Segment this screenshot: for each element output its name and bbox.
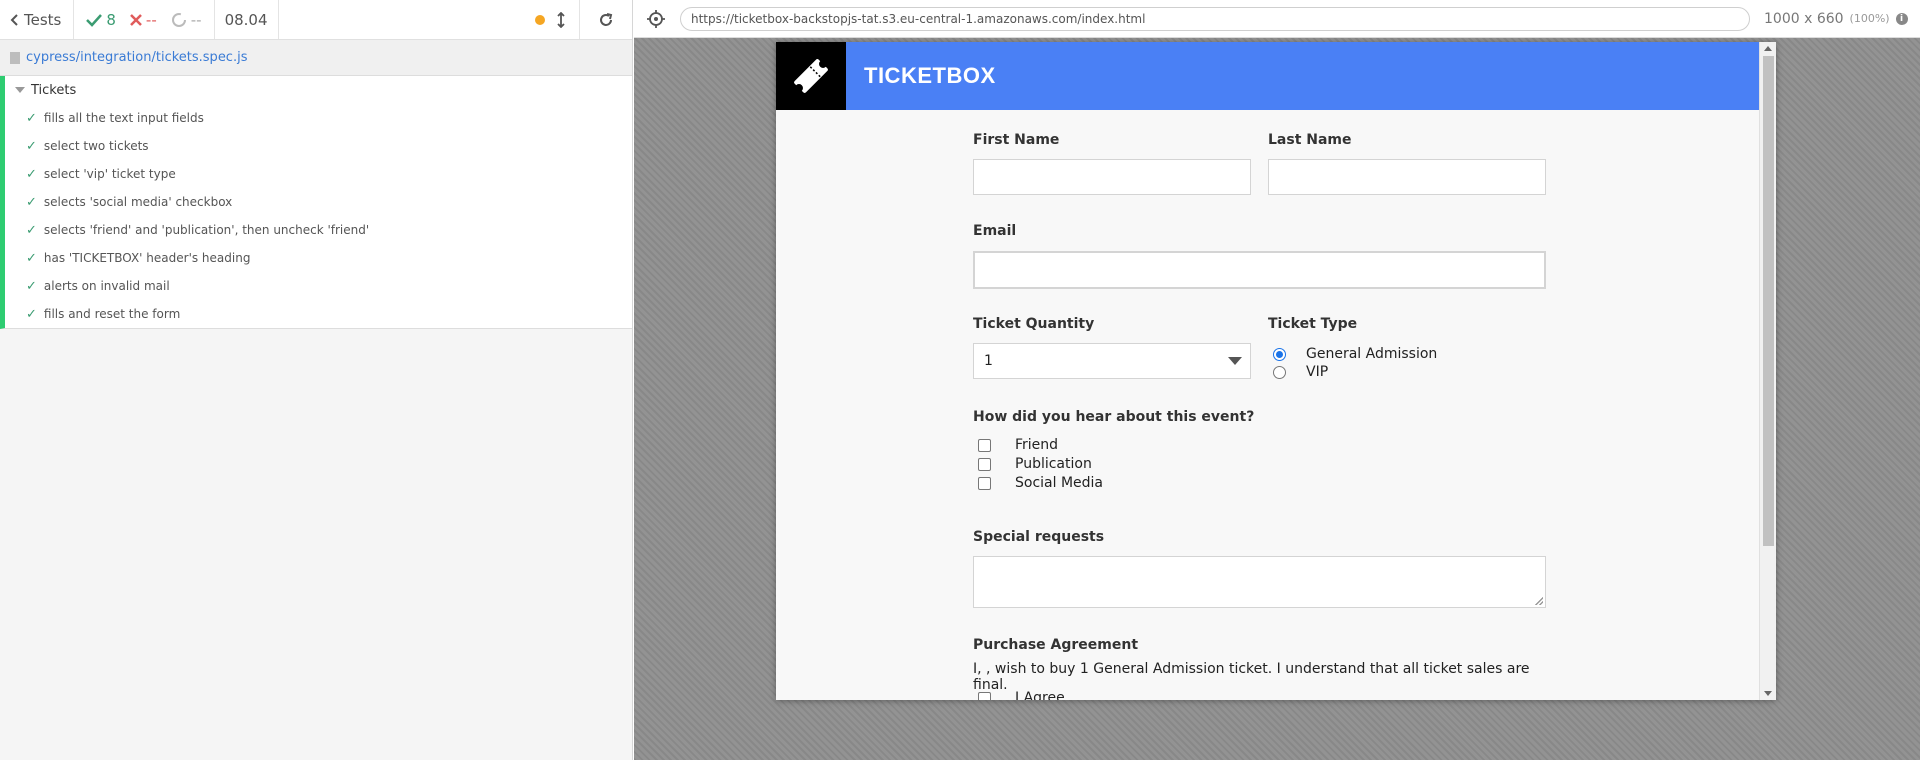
file-icon bbox=[10, 51, 20, 64]
test-row[interactable]: ✓ select 'vip' ticket type bbox=[5, 160, 632, 188]
radio-general-admission[interactable] bbox=[1273, 347, 1286, 361]
ticket-quantity-label: Ticket Quantity bbox=[973, 316, 1095, 332]
spec-path-bar: cypress/integration/tickets.spec.js bbox=[0, 40, 632, 76]
test-row[interactable]: ✓ fills all the text input fields bbox=[5, 104, 632, 132]
check-icon: ✓ bbox=[26, 222, 37, 238]
test-row[interactable]: ✓ selects 'social media' checkbox bbox=[5, 188, 632, 216]
tests-button[interactable]: Tests bbox=[0, 0, 75, 39]
check-icon: ✓ bbox=[26, 278, 37, 294]
aut-header: https://ticketbox-backstopjs-tat.s3.eu-c… bbox=[634, 0, 1920, 38]
ticket-type-label: Ticket Type bbox=[1268, 316, 1358, 332]
ticket-quantity-value: 1 bbox=[984, 353, 993, 369]
test-row[interactable]: ✓ has 'TICKETBOX' header's heading bbox=[5, 244, 632, 272]
ticket-logo bbox=[776, 42, 846, 110]
check-icon: ✓ bbox=[26, 306, 37, 322]
app-scrollbar[interactable] bbox=[1759, 42, 1776, 700]
test-title: alerts on invalid mail bbox=[43, 279, 170, 293]
checkbox-publication-box[interactable] bbox=[978, 457, 991, 471]
spinner-icon bbox=[171, 12, 186, 27]
chevron-down-icon bbox=[1228, 357, 1242, 365]
resize-grip-icon[interactable] bbox=[1535, 597, 1543, 605]
test-title: select 'vip' ticket type bbox=[43, 167, 176, 181]
checkbox-social-media[interactable]: Social Media bbox=[978, 475, 1103, 491]
ticket-quantity-select[interactable]: 1 bbox=[973, 343, 1251, 379]
viewport-size: 1000 x 660 bbox=[1764, 10, 1844, 27]
test-title: select two tickets bbox=[43, 139, 149, 153]
ticket-icon bbox=[794, 59, 828, 93]
special-requests-label: Special requests bbox=[973, 529, 1105, 545]
duration: 08.04 bbox=[215, 0, 279, 39]
app-header: TICKETBOX bbox=[776, 42, 1776, 110]
checkbox-social-media-box[interactable] bbox=[978, 476, 991, 490]
test-row[interactable]: ✓ select two tickets bbox=[5, 132, 632, 160]
spec-path-link[interactable]: cypress/integration/tickets.spec.js bbox=[26, 50, 247, 65]
email-label: Email bbox=[973, 223, 1017, 239]
test-stats: 8 -- -- bbox=[74, 0, 215, 39]
test-row[interactable]: ✓ alerts on invalid mail bbox=[5, 272, 632, 300]
check-icon: ✓ bbox=[26, 194, 37, 210]
passed-count: 8 bbox=[86, 0, 116, 39]
viewport-info: 1000 x 660 (100%) i bbox=[1764, 11, 1908, 27]
app-iframe: TICKETBOX First Name Last Name Email Tic… bbox=[776, 42, 1776, 700]
rerun-button[interactable] bbox=[580, 0, 632, 39]
caret-down-icon bbox=[15, 87, 25, 93]
scroll-thumb[interactable] bbox=[1763, 56, 1774, 546]
app-under-test-panel: https://ticketbox-backstopjs-tat.s3.eu-c… bbox=[634, 0, 1920, 760]
test-row[interactable]: ✓ selects 'friend' and 'publication', the… bbox=[5, 216, 632, 244]
viewport-scale: (100%) bbox=[1849, 12, 1890, 25]
first-name-label: First Name bbox=[973, 132, 1060, 148]
checkbox-agree[interactable]: I Agree bbox=[978, 690, 1065, 700]
chevron-left-icon bbox=[10, 13, 18, 26]
ticket-type-general[interactable]: General Admission bbox=[1273, 346, 1437, 362]
suite-title[interactable]: Tickets bbox=[5, 76, 632, 104]
special-requests-textarea[interactable] bbox=[973, 556, 1546, 608]
check-icon: ✓ bbox=[26, 110, 37, 126]
test-title: has 'TICKETBOX' header's heading bbox=[43, 251, 251, 265]
first-name-input[interactable] bbox=[973, 159, 1251, 195]
test-title: selects 'social media' checkbox bbox=[43, 195, 233, 209]
purchase-agreement-text: I, , wish to buy 1 General Admission tic… bbox=[973, 661, 1530, 693]
check-icon: ✓ bbox=[26, 138, 37, 154]
check-icon bbox=[86, 13, 103, 27]
url-bar[interactable]: https://ticketbox-backstopjs-tat.s3.eu-c… bbox=[680, 6, 1750, 31]
test-reporter: Tests 8 -- -- 08.04 cypress/integration/… bbox=[0, 0, 633, 760]
tests-label: Tests bbox=[24, 10, 62, 29]
checkbox-friend-box[interactable] bbox=[978, 438, 991, 452]
email-input[interactable] bbox=[973, 251, 1546, 289]
test-suite: Tickets ✓ fills all the text input fields… bbox=[0, 76, 632, 329]
test-title: fills and reset the form bbox=[43, 307, 181, 321]
last-name-label: Last Name bbox=[1268, 132, 1352, 148]
checkbox-friend[interactable]: Friend bbox=[978, 437, 1058, 453]
test-list: ✓ fills all the text input fields ✓ select … bbox=[5, 104, 632, 328]
auto-scroll-icon[interactable] bbox=[557, 11, 565, 28]
scroll-up-icon[interactable] bbox=[1764, 46, 1772, 51]
app-title: TICKETBOX bbox=[864, 63, 996, 88]
close-icon bbox=[130, 13, 142, 26]
scroll-down-icon[interactable] bbox=[1764, 691, 1772, 696]
checkbox-publication[interactable]: Publication bbox=[978, 456, 1092, 472]
reload-icon bbox=[600, 12, 613, 26]
purchase-agreement-label: Purchase Agreement bbox=[973, 637, 1139, 653]
radio-vip[interactable] bbox=[1273, 365, 1286, 379]
selector-playground-icon[interactable] bbox=[646, 9, 666, 29]
hear-about-label: How did you hear about this event? bbox=[973, 409, 1255, 425]
status-dot-icon bbox=[535, 14, 545, 25]
ticket-type-vip[interactable]: VIP bbox=[1273, 364, 1328, 380]
check-icon: ✓ bbox=[26, 250, 37, 266]
pending-count: -- bbox=[171, 0, 202, 39]
reporter-header: Tests 8 -- -- 08.04 bbox=[0, 0, 632, 40]
failed-count: -- bbox=[130, 0, 157, 39]
info-icon[interactable]: i bbox=[1895, 12, 1908, 25]
last-name-input[interactable] bbox=[1268, 159, 1546, 195]
reporter-controls bbox=[279, 0, 580, 39]
test-row[interactable]: ✓ fills and reset the form bbox=[5, 300, 632, 328]
test-title: fills all the text input fields bbox=[43, 111, 204, 125]
test-title: selects 'friend' and 'publication', then… bbox=[43, 223, 370, 237]
checkbox-agree-box[interactable] bbox=[978, 691, 991, 700]
check-icon: ✓ bbox=[26, 166, 37, 182]
